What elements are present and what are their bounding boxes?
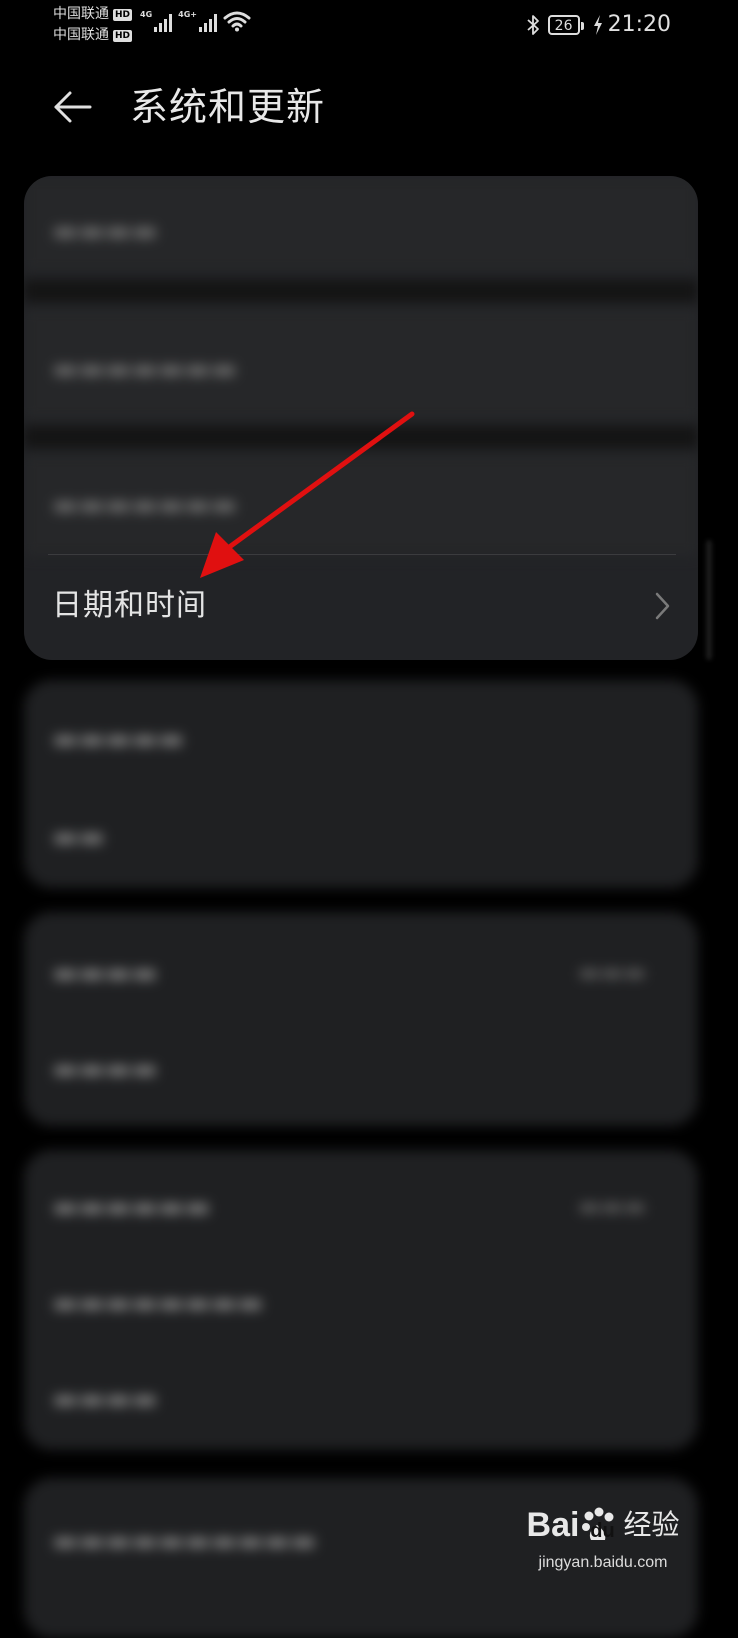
settings-item-blurred[interactable]: ▬▬▬▬▬▬ [52, 1190, 211, 1223]
battery-icon: 26 [547, 14, 584, 35]
settings-group-blurred: ▬▬▬▬▬ ▬▬ [24, 680, 698, 888]
clock: 21:20 [607, 12, 671, 37]
date-time-group: ▬▬▬▬ ▬▬▬▬▬▬▬ ▬▬▬▬▬▬▬ 日期和时间 [24, 176, 698, 660]
settings-item-blurred[interactable]: ▬▬▬▬ [52, 1052, 158, 1085]
carrier-info: 中国联通 HD 中国联通 HD [53, 4, 133, 46]
carrier-1-label: 中国联通 [53, 6, 109, 22]
back-button[interactable] [44, 82, 100, 132]
back-arrow-icon [54, 91, 92, 123]
settings-item-blurred[interactable]: ▬▬▬▬▬ [52, 722, 184, 755]
page-title: 系统和更新 [130, 85, 326, 129]
settings-item-date-time[interactable]: 日期和时间 [24, 556, 698, 660]
signal-indicators: 4G 4G+ [140, 10, 251, 32]
status-right: 26 21:20 [526, 12, 671, 37]
settings-item-blurred[interactable]: ▬▬ [52, 820, 105, 853]
chevron-right-icon [655, 592, 670, 620]
charging-bolt-icon [593, 14, 602, 35]
settings-item-blurred[interactable]: ▬▬▬▬▬▬▬▬ [52, 1286, 264, 1319]
baidu-logo: Bai du 经验 [526, 1506, 680, 1544]
settings-value-blurred: ▬▬▬ [577, 958, 646, 986]
settings-group-blurred: ▬▬▬▬▬▬ ▬▬▬ ▬▬▬▬▬▬▬▬ ▬▬▬▬ [24, 1150, 698, 1450]
status-bar: 中国联通 HD 中国联通 HD 4G 4G+ 26 21:20 [0, 0, 738, 56]
scrollbar[interactable] [706, 540, 712, 660]
signal-icon [154, 12, 173, 32]
network-type-1: 4G [140, 10, 153, 19]
watermark: Bai du 经验 jingyan.baidu.com [508, 1498, 698, 1590]
title-bar: 系统和更新 [0, 70, 738, 150]
settings-value-blurred: ▬▬▬ [577, 1192, 646, 1220]
wifi-icon [223, 11, 251, 32]
settings-item-blurred[interactable]: ▬▬▬▬▬▬▬ [52, 488, 237, 521]
blurred-items: ▬▬▬▬ ▬▬▬▬▬▬▬ ▬▬▬▬▬▬▬ [24, 176, 698, 556]
settings-item-blurred[interactable]: ▬▬▬▬ [52, 956, 158, 989]
carrier-2-label: 中国联通 [53, 27, 109, 43]
hd-badge: HD [113, 29, 133, 42]
bluetooth-icon [526, 14, 539, 35]
settings-item-blurred[interactable]: ▬▬▬▬▬▬▬▬▬▬ [52, 1524, 317, 1557]
settings-item-blurred[interactable]: ▬▬▬▬▬▬▬ [52, 352, 237, 385]
settings-group-blurred: ▬▬▬▬ ▬▬▬ ▬▬▬▬ [24, 912, 698, 1126]
signal-icon [198, 12, 217, 32]
network-type-2: 4G+ [178, 10, 197, 19]
date-time-label: 日期和时间 [52, 588, 207, 623]
watermark-domain: jingyan.baidu.com [538, 1554, 668, 1571]
settings-item-blurred[interactable]: ▬▬▬▬ [52, 1382, 158, 1415]
settings-item-blurred[interactable]: ▬▬▬▬ [52, 214, 158, 247]
divider [48, 554, 676, 555]
hd-badge: HD [113, 8, 133, 21]
